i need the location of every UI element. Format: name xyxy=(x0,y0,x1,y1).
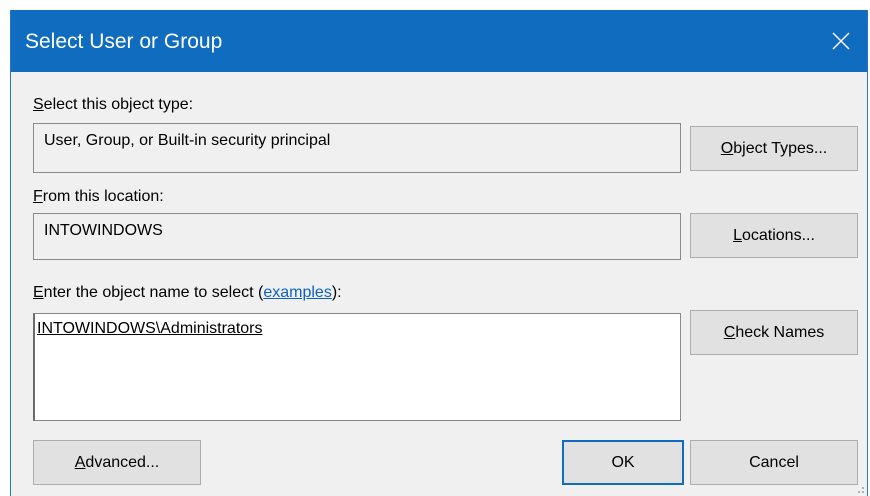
object-name-input[interactable]: INTOWINDOWS\Administrators xyxy=(33,313,681,421)
resize-grip-icon[interactable] xyxy=(853,482,865,494)
title-bar[interactable]: Select User or Group xyxy=(11,10,867,72)
select-user-or-group-dialog: Select User or Group Select this object … xyxy=(10,10,868,496)
check-names-button[interactable]: Check Names xyxy=(690,310,858,355)
locations-button[interactable]: Locations... xyxy=(690,213,858,258)
object-name-label: Enter the object name to select (example… xyxy=(33,284,342,301)
ok-button[interactable]: OK xyxy=(562,440,684,485)
object-type-label: Select this object type: xyxy=(33,96,194,113)
location-label: From this location: xyxy=(33,188,164,205)
dialog-title: Select User or Group xyxy=(25,30,223,53)
object-type-value: User, Group, or Built-in security princi… xyxy=(44,132,331,149)
location-value: INTOWINDOWS xyxy=(44,222,163,239)
object-name-value: INTOWINDOWS\Administrators xyxy=(37,320,263,337)
object-type-field: User, Group, or Built-in security princi… xyxy=(33,123,681,173)
close-icon xyxy=(832,32,850,50)
cancel-button[interactable]: Cancel xyxy=(690,440,858,485)
close-button[interactable] xyxy=(815,10,867,72)
examples-link[interactable]: examples xyxy=(263,284,331,301)
advanced-button[interactable]: Advanced... xyxy=(33,440,201,485)
location-field: INTOWINDOWS xyxy=(33,213,681,260)
object-types-button[interactable]: Object Types... xyxy=(690,126,858,171)
